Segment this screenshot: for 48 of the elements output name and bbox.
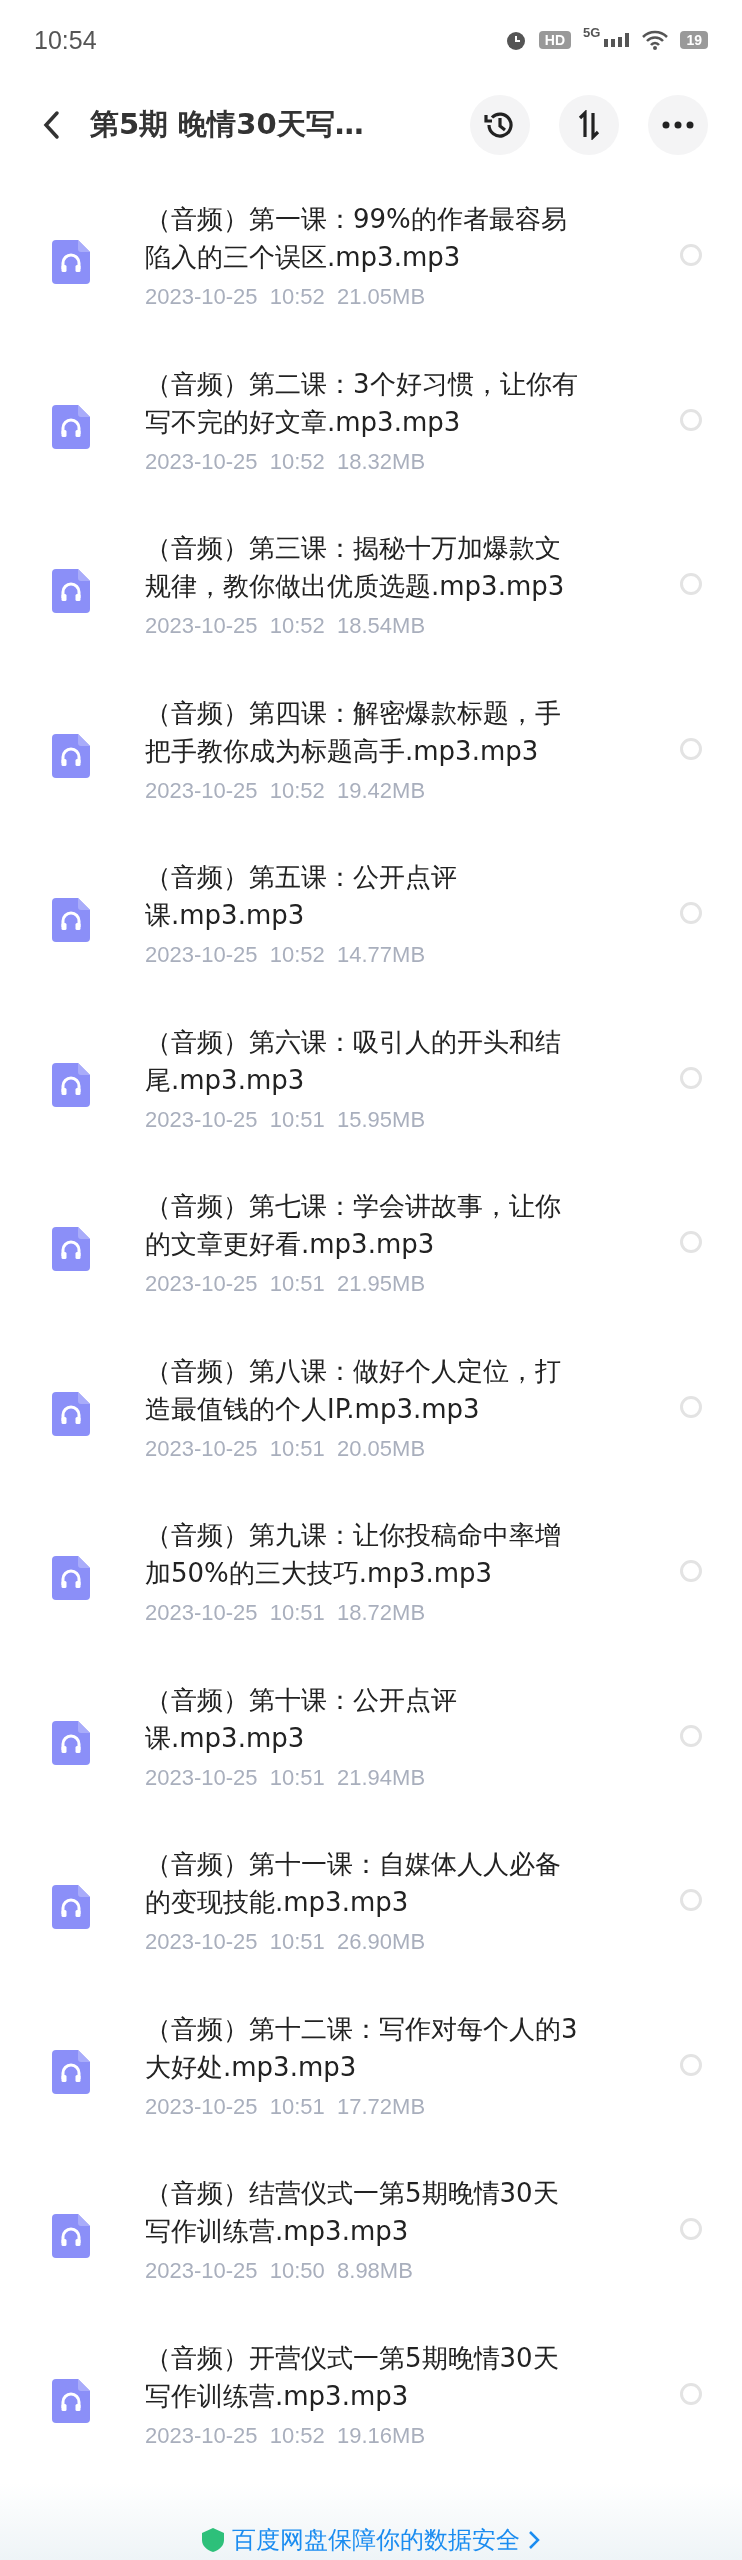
file-meta: 2023-10-25 10:51 17.72MB [145, 2093, 426, 2120]
file-meta: 2023-10-25 10:51 20.05MB [145, 1435, 426, 1462]
file-row[interactable]: （音频）第十课：公开点评 课.mp3.mp3 2023-10-25 10:51 21.94MB [0, 1660, 742, 1825]
file-name: （音频）第十课：公开点评 课.mp3.mp3 [145, 1683, 457, 1755]
file-row[interactable]: （音频）第十一课：自媒体人人必备 的变现技能.mp3.mp3 2023-10-25 10:51 26.90MB [0, 1825, 742, 1990]
file-meta: 2023-10-25 10:52 14.77MB [145, 942, 426, 969]
file-name: （音频）第一课：99%的作者最容易 陷入的三个误区.mp3.mp3 [145, 203, 567, 275]
file-row[interactable]: （音频）开营仪式一第5期晚情30天 写作训练营.mp3.mp3 2023-10-25 10:52 19.16MB [0, 2318, 742, 2483]
file-meta: 2023-10-25 10:52 19.16MB [145, 2422, 426, 2449]
file-name: （音频）第七课：学会讲故事，让你 的文章更好看.mp3.mp3 [145, 1190, 561, 1262]
file-meta: 2023-10-25 10:51 21.95MB [145, 1271, 426, 1298]
file-name: （音频）第十二课：写作对每个人的3 大好处.mp3.mp3 [145, 2012, 578, 2084]
status-time: 10:54 [34, 25, 97, 55]
file-row[interactable]: （音频）第四课：解密爆款标题，手 把手教你成为标题高手.mp3.mp3 2023-10-25 10:52 19.42MB [0, 673, 742, 838]
hd-badge: HD [538, 31, 572, 49]
file-row[interactable]: （音频）第五课：公开点评 课.mp3.mp3 2023-10-25 10:52 14.77MB [0, 838, 742, 1003]
file-name: （音频）结营仪式一第5期晚情30天 写作训练营.mp3.mp3 [145, 2177, 559, 2249]
security-text: 百度网盘保障你的数据安全 [232, 2525, 520, 2556]
file-meta: 2023-10-25 10:52 21.05MB [145, 284, 426, 311]
file-meta: 2023-10-25 10:51 26.90MB [145, 1929, 426, 1956]
file-name: （音频）第二课：3个好习惯，让你有 写不完的好文章.mp3.mp3 [145, 367, 578, 439]
file-row[interactable]: （音频）第二课：3个好习惯，让你有 写不完的好文章.mp3.mp3 2023-10-25 10:52 18.32MB [0, 344, 742, 509]
file-meta: 2023-10-25 10:51 18.72MB [145, 1600, 426, 1627]
file-name: （音频）第六课：吸引人的开头和结 尾.mp3.mp3 [145, 1025, 561, 1097]
file-row[interactable]: （音频）第七课：学会讲故事，让你 的文章更好看.mp3.mp3 2023-10-25 10:51 21.95MB [0, 1167, 742, 1332]
file-name: （音频）开营仪式一第5期晚情30天 写作训练营.mp3.mp3 [145, 2341, 559, 2413]
file-row[interactable]: （音频）第八课：做好个人定位，打 造最值钱的个人IP.mp3.mp3 2023-10-25 10:51 20.05MB [0, 1331, 742, 1496]
file-row[interactable]: （音频）结营仪式一第5期晚情30天 写作训练营.mp3.mp3 2023-10-25 10:50 8.98MB [0, 2154, 742, 2319]
file-name: （音频）第三课：揭秘十万加爆款文 规律，教你做出优质选题.mp3.mp3 [145, 532, 565, 604]
file-meta: 2023-10-25 10:51 21.94MB [145, 1764, 426, 1791]
file-name: （音频）第四课：解密爆款标题，手 把手教你成为标题高手.mp3.mp3 [145, 696, 561, 768]
file-row[interactable]: （音频）第九课：让你投稿命中率增 加50%的三大技巧.mp3.mp3 2023-10-25 10:51 18.72MB [0, 1496, 742, 1661]
file-name: （音频）第五课：公开点评 课.mp3.mp3 [145, 861, 457, 933]
file-meta: 2023-10-25 10:50 8.98MB [145, 2258, 413, 2285]
file-meta: 2023-10-25 10:51 15.95MB [145, 1106, 426, 1133]
file-row[interactable]: （音频）第三课：揭秘十万加爆款文 规律，教你做出优质选题.mp3.mp3 2023-10-25 10:52 18.54MB [0, 509, 742, 674]
file-row[interactable]: （音频）第六课：吸引人的开头和结 尾.mp3.mp3 2023-10-25 10:51 15.95MB [0, 1002, 742, 1167]
file-meta: 2023-10-25 10:52 19.42MB [145, 777, 426, 804]
battery-level: 19 [680, 31, 708, 49]
network-type: 5G [583, 25, 601, 40]
file-name: （音频）第九课：让你投稿命中率增 加50%的三大技巧.mp3.mp3 [145, 1519, 561, 1591]
folder-title: 第5期 晚情30天写… [90, 106, 365, 143]
file-row[interactable]: （音频）第十二课：写作对每个人的3 大好处.mp3.mp3 2023-10-25 10:51 17.72MB [0, 1989, 742, 2154]
file-name: （音频）第八课：做好个人定位，打 造最值钱的个人IP.mp3.mp3 [145, 1354, 561, 1426]
file-row[interactable]: （音频）第一课：99%的作者最容易 陷入的三个误区.mp3.mp3 2023-10-25 10:52 21.05MB [0, 180, 742, 345]
file-meta: 2023-10-25 10:52 18.54MB [145, 613, 426, 640]
file-name: （音频）第十一课：自媒体人人必备 的变现技能.mp3.mp3 [145, 1848, 561, 1920]
file-meta: 2023-10-25 10:52 18.32MB [145, 448, 426, 475]
